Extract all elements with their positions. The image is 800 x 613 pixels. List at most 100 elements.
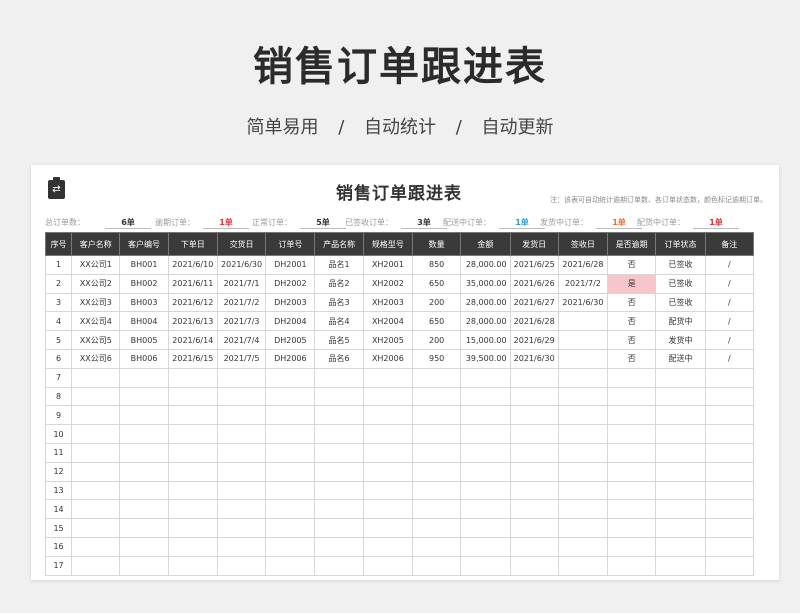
table-cell <box>119 499 169 520</box>
table-cell: 2021/6/15 <box>167 348 218 369</box>
summary-value: 1单 <box>203 217 249 229</box>
table-cell <box>119 480 169 501</box>
table-cell <box>265 518 316 538</box>
table-row-empty: 15 <box>44 518 755 538</box>
page-subtitle: 简单易用 / 自动统计 / 自动更新 <box>0 113 800 139</box>
summary-item: 配货中订单： 1单 <box>637 217 739 229</box>
table-cell: 17 <box>44 555 73 576</box>
table-cell: XH2002 <box>362 273 414 294</box>
page-title: 销售订单跟进表 <box>253 44 547 90</box>
table-cell <box>216 424 267 444</box>
table-cell <box>265 424 316 444</box>
table-cell: 2 <box>44 273 73 294</box>
table-cell <box>411 518 462 538</box>
table-cell: 2021/7/4 <box>216 330 267 350</box>
table-cell <box>460 386 511 407</box>
table-cell <box>460 442 511 463</box>
table-cell <box>411 405 462 426</box>
table-cell: 否 <box>607 311 657 332</box>
table-cell: 11 <box>44 442 73 463</box>
table-cell: 4 <box>44 311 73 332</box>
table-cell: 950 <box>411 348 462 369</box>
column-header: 客户名称 <box>71 232 121 256</box>
table-cell <box>216 536 267 557</box>
column-header: 备注 <box>704 232 755 256</box>
table-cell <box>704 442 755 463</box>
clipboard-icon: ⇄ <box>48 177 65 199</box>
table-cell <box>362 442 414 463</box>
table-cell <box>704 405 755 426</box>
table-cell: 16 <box>44 536 73 557</box>
table-cell: 28,000.00 <box>460 292 511 313</box>
table-cell <box>460 424 511 444</box>
table-cell <box>167 405 218 426</box>
table-cell <box>557 424 609 444</box>
table-cell <box>362 518 414 538</box>
table-cell <box>119 386 169 407</box>
summary-value: 3单 <box>401 217 447 229</box>
table-cell <box>216 555 267 576</box>
table-cell: DH2002 <box>265 273 316 294</box>
table-cell <box>119 518 169 538</box>
table-cell: 2021/7/3 <box>216 311 267 332</box>
table-cell: XH2005 <box>362 330 414 350</box>
table-cell <box>655 367 706 388</box>
summary-item: 发货中订单： 1单 <box>540 217 642 229</box>
table-cell <box>460 367 511 388</box>
spreadsheet-preview: ⇄ 销售订单跟进表 注：该表可自动统计逾期订单数、各订单状态数，颜色标记逾期订单… <box>31 165 779 580</box>
table-cell: 650 <box>411 273 462 294</box>
table-cell <box>655 555 706 576</box>
table-cell: 配货中 <box>655 311 706 332</box>
table-cell <box>167 442 218 463</box>
summary-label: 总订单数： <box>45 218 85 227</box>
table-row-empty: 11 <box>44 442 755 463</box>
summary-label: 配送中订单： <box>443 218 491 227</box>
sheet-title: 销售订单跟进表 <box>336 184 462 204</box>
table-cell <box>411 424 462 444</box>
table-cell <box>119 405 169 426</box>
table-row-empty: 17 <box>44 555 755 576</box>
table-cell: 配送中 <box>655 348 706 369</box>
table-cell: DH2003 <box>265 292 316 313</box>
table-cell <box>557 480 609 501</box>
table-cell: 发货中 <box>655 330 706 350</box>
table-cell <box>411 442 462 463</box>
order-table: 序号 客户名称 客户编号 下单日 交货日 订单号 产品名称 规格型号 数量 金额 发货日 签收日 是否逾… <box>44 232 755 576</box>
summary-bar: 总订单数： 6单 逾期订单： 1单 正常订单： 5单 已签收订单： 3单 配送中订单： 1单 发货中… <box>45 217 765 229</box>
table-cell <box>460 405 511 426</box>
table-cell <box>655 536 706 557</box>
table-cell: 2021/7/1 <box>216 273 267 294</box>
table-cell <box>71 424 121 444</box>
table-cell <box>216 442 267 463</box>
table-cell <box>362 480 414 501</box>
table-cell <box>265 536 316 557</box>
table-cell <box>607 555 657 576</box>
table-cell <box>265 480 316 501</box>
summary-label: 发货中订单： <box>540 218 588 227</box>
table-cell: BH003 <box>119 292 169 313</box>
table-cell <box>607 405 657 426</box>
table-cell: 15,000.00 <box>460 330 511 350</box>
table-cell: XX公司6 <box>71 348 121 369</box>
table-cell: 品名6 <box>314 348 364 369</box>
table-cell: 品名2 <box>314 273 364 294</box>
table-cell: 品名3 <box>314 292 364 313</box>
table-row-empty: 13 <box>44 480 755 501</box>
column-header: 序号 <box>44 232 73 256</box>
summary-item: 逾期订单： 1单 <box>155 217 249 229</box>
table-cell: 2021/6/29 <box>509 330 559 350</box>
table-cell <box>362 555 414 576</box>
table-cell: 否 <box>607 348 657 369</box>
table-cell <box>704 367 755 388</box>
table-cell <box>655 386 706 407</box>
table-row: 1 XX公司1 BH001 2021/6/10 2021/6/30 DH2001 品名1 XH… <box>44 255 755 275</box>
subtitle-separator: / <box>338 117 345 138</box>
summary-label: 配货中订单： <box>637 218 685 227</box>
table-cell: DH2004 <box>265 311 316 332</box>
sheet-note: 注：该表可自动统计逾期订单数、各订单状态数，颜色标记逾期订单。 <box>550 196 767 204</box>
table-cell <box>216 461 267 482</box>
table-cell <box>655 480 706 501</box>
table-cell <box>216 405 267 426</box>
table-cell: BH004 <box>119 311 169 332</box>
table-cell <box>460 555 511 576</box>
